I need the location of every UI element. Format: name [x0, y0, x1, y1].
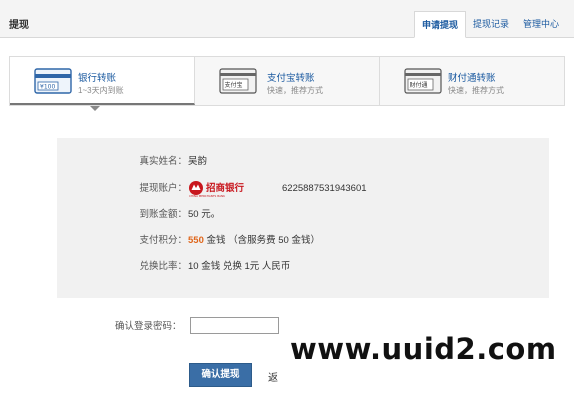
alipay-card-icon: 支付宝 [219, 68, 257, 94]
method-title: 银行转账 [78, 73, 117, 84]
alipay-card-icon-text: 支付宝 [225, 81, 243, 89]
points-value: 550 [188, 235, 204, 246]
points-value-group: 550 金钱 （含服务费 50 金钱） [188, 234, 320, 248]
method-title: 支付宝转账 [267, 73, 315, 84]
method-subtitle: 快速，推荐方式 [448, 86, 504, 95]
account-number: 6225887531943601 [282, 183, 367, 194]
exchange-rate-value: 10 金钱 兑换 1元 人民币 [188, 261, 291, 272]
watermark-text: www.uuid2.com [290, 332, 557, 366]
password-label: 确认登录密码： [115, 321, 182, 332]
method-subtitle: 快速，推荐方式 [267, 86, 323, 95]
back-link[interactable]: 返 [268, 369, 278, 384]
cmb-bank-logo-icon: 招商银行 CHINA MERCHANTS BANK [189, 181, 245, 198]
real-name-row: 真实姓名： 吴韵 [57, 155, 549, 169]
bank-card-icon-text: ¥100 [40, 84, 55, 91]
top-bar: 提现 申请提现 提现记录 管理中心 [0, 0, 574, 38]
top-tabs: 申请提现 提现记录 管理中心 [413, 11, 566, 38]
bank-name-en: CHINA MERCHANTS BANK [189, 194, 225, 198]
active-method-pointer-icon [90, 106, 100, 111]
tenpay-card-icon: 财付通 [404, 68, 442, 94]
method-title: 财付通转账 [448, 73, 496, 84]
tab-withdraw-records[interactable]: 提现记录 [466, 11, 516, 38]
tenpay-card-icon-text: 财付通 [410, 81, 428, 89]
withdraw-method-selector: ¥100 银行转账 1~3天内到账 支付宝 支付宝转账 快速，推荐方式 财付通 … [9, 56, 565, 106]
tab-management-center[interactable]: 管理中心 [516, 11, 566, 38]
withdraw-account-row: 提现账户： 招商银行 CHINA MERCHANTS BANK 62258875… [57, 181, 549, 198]
method-bank-transfer[interactable]: ¥100 银行转账 1~3天内到账 [10, 57, 195, 105]
real-name-label: 真实姓名： [139, 156, 187, 167]
method-tenpay-transfer[interactable]: 财付通 财付通转账 快速，推荐方式 [380, 57, 564, 105]
points-row: 支付积分： 550 金钱 （含服务费 50 金钱） [57, 234, 549, 248]
bank-card-icon: ¥100 [34, 68, 72, 94]
method-alipay-transfer[interactable]: 支付宝 支付宝转账 快速，推荐方式 [195, 57, 380, 105]
withdraw-account-label: 提现账户： [139, 183, 187, 194]
tab-apply-withdraw[interactable]: 申请提现 [413, 11, 466, 38]
exchange-rate-row: 兑换比率： 10 金钱 兑换 1元 人民币 [57, 260, 549, 274]
bank-name: 招商银行 [206, 182, 245, 194]
amount-value: 50 元。 [188, 209, 221, 220]
points-label: 支付积分： [139, 235, 187, 246]
login-password-input[interactable] [190, 317, 279, 334]
withdraw-info-panel: 真实姓名： 吴韵 提现账户： 招商银行 CHINA MERCHANTS BANK… [57, 138, 549, 298]
exchange-rate-label: 兑换比率： [139, 261, 187, 272]
points-suffix: 金钱 （含服务费 50 金钱） [206, 235, 321, 246]
real-name-value: 吴韵 [188, 156, 208, 167]
page-title: 提现 [9, 20, 29, 31]
amount-row: 到账金额： 50 元。 [57, 208, 549, 222]
amount-label: 到账金额： [139, 209, 187, 220]
confirm-withdraw-button[interactable]: 确认提现 [189, 363, 252, 387]
method-subtitle: 1~3天内到账 [78, 86, 124, 95]
